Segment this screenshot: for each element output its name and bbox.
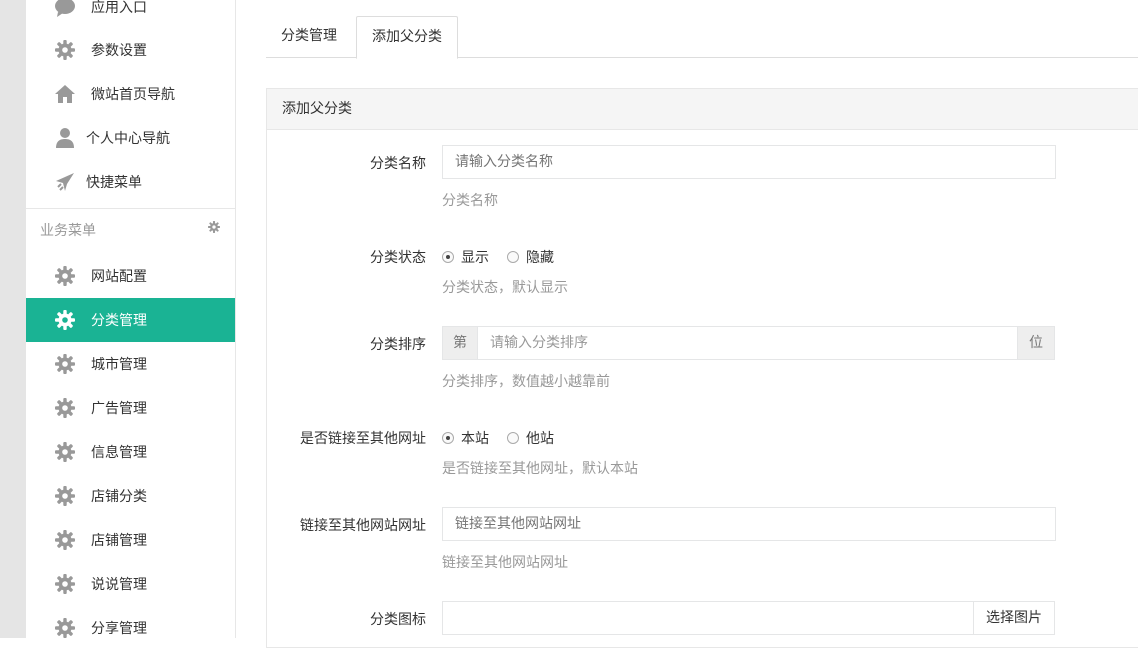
field-label-link: 是否链接至其他网址 <box>300 431 426 447</box>
radio-label: 隐藏 <box>526 250 554 266</box>
home-icon <box>54 83 76 105</box>
help-text-url: 链接至其他网站网址 <box>442 555 568 571</box>
sidebar-item-label: 个人中心导航 <box>86 131 170 147</box>
sidebar-item-label: 参数设置 <box>91 43 147 59</box>
sidebar-item-label: 店铺管理 <box>91 533 147 549</box>
status-radio-group: 显示 隐藏 <box>442 247 572 267</box>
radio-button[interactable] <box>442 251 454 263</box>
sidebar-group-label: 业务菜单 <box>40 223 96 239</box>
sidebar-item-biz-1[interactable]: 分类管理 <box>26 298 235 342</box>
category-name-input[interactable] <box>442 145 1056 179</box>
tab-category-manage[interactable]: 分类管理 <box>266 16 352 58</box>
sidebar-item-label: 广告管理 <box>91 401 147 417</box>
radio-button[interactable] <box>442 432 454 444</box>
user-icon <box>54 127 76 149</box>
icon-input-group: 选择图片 <box>442 601 1055 635</box>
radio-other-site[interactable]: 他站 <box>507 428 554 448</box>
help-text-order: 分类排序，数值越小越靠前 <box>442 374 610 390</box>
order-input-group: 第 请输入分类排序 位 <box>442 326 1055 360</box>
sidebar-item-app-entry[interactable]: 应用入口 <box>26 0 235 29</box>
sidebar-item-biz-4[interactable]: 信息管理 <box>26 430 235 474</box>
radio-hide[interactable]: 隐藏 <box>507 247 554 267</box>
category-order-input[interactable]: 请输入分类排序 <box>478 326 1017 360</box>
radio-label: 显示 <box>461 250 489 266</box>
sidebar-item-biz-7[interactable]: 说说管理 <box>26 562 235 606</box>
comment-icon <box>54 0 76 18</box>
gear-icon <box>54 353 76 375</box>
gear-icon <box>54 485 76 507</box>
sidebar-item-biz-5[interactable]: 店铺分类 <box>26 474 235 518</box>
gear-icon <box>54 397 76 419</box>
gear-icon <box>54 309 76 331</box>
sidebar-item-biz-0[interactable]: 网站配置 <box>26 254 235 298</box>
sidebar-item-label: 信息管理 <box>91 445 147 461</box>
sidebar-item-biz-8[interactable]: 分享管理 <box>26 606 235 650</box>
radio-button[interactable] <box>507 251 519 263</box>
sidebar: 应用入口 参数设置 微站首页导航 个人中心导航 快捷菜单 业务菜单 网站配置分类… <box>26 0 236 638</box>
sidebar-item-params[interactable]: 参数设置 <box>26 28 235 72</box>
category-icon-input[interactable] <box>442 601 973 635</box>
tab-bar: 分类管理 添加父分类 <box>266 16 1138 59</box>
gear-icon <box>54 39 76 61</box>
sidebar-item-home-nav[interactable]: 微站首页导航 <box>26 72 235 116</box>
external-url-input[interactable] <box>442 507 1056 541</box>
order-suffix: 位 <box>1017 326 1055 360</box>
help-text-status: 分类状态，默认显示 <box>442 280 568 296</box>
radio-show[interactable]: 显示 <box>442 247 489 267</box>
sidebar-item-biz-2[interactable]: 城市管理 <box>26 342 235 386</box>
sidebar-item-label: 城市管理 <box>91 357 147 373</box>
plane-icon <box>54 171 76 193</box>
panel-title: 添加父分类 <box>267 89 1138 130</box>
field-label-status: 分类状态 <box>370 250 426 266</box>
gear-icon <box>54 441 76 463</box>
left-gutter <box>0 0 26 638</box>
help-text-name: 分类名称 <box>442 193 498 209</box>
sidebar-item-biz-6[interactable]: 店铺管理 <box>26 518 235 562</box>
sidebar-item-label: 网站配置 <box>91 269 147 285</box>
tab-add-parent-category[interactable]: 添加父分类 <box>356 16 458 59</box>
gear-icon <box>54 573 76 595</box>
sidebar-item-shortcut[interactable]: 快捷菜单 <box>26 160 235 204</box>
field-label-url: 链接至其他网站网址 <box>300 518 426 534</box>
gear-icon[interactable] <box>208 221 222 235</box>
select-image-button[interactable]: 选择图片 <box>973 601 1055 635</box>
sidebar-item-label: 分享管理 <box>91 621 147 637</box>
sidebar-item-label: 微站首页导航 <box>91 87 175 103</box>
gear-icon <box>54 529 76 551</box>
gear-icon <box>54 265 76 287</box>
sidebar-item-label: 店铺分类 <box>91 489 147 505</box>
field-label-name: 分类名称 <box>370 156 426 172</box>
sidebar-item-label: 快捷菜单 <box>86 175 142 191</box>
radio-label: 他站 <box>526 431 554 447</box>
field-label-order: 分类排序 <box>370 337 426 353</box>
sidebar-item-label: 分类管理 <box>91 313 147 329</box>
sidebar-divider <box>26 208 235 209</box>
sidebar-item-label: 应用入口 <box>91 0 147 16</box>
order-prefix: 第 <box>442 326 478 360</box>
radio-label: 本站 <box>461 431 489 447</box>
sidebar-item-user-nav[interactable]: 个人中心导航 <box>26 116 235 160</box>
sidebar-item-biz-3[interactable]: 广告管理 <box>26 386 235 430</box>
radio-button[interactable] <box>507 432 519 444</box>
field-label-icon: 分类图标 <box>370 612 426 628</box>
help-text-link: 是否链接至其他网址，默认本站 <box>442 461 638 477</box>
sidebar-item-label: 说说管理 <box>91 577 147 593</box>
radio-this-site[interactable]: 本站 <box>442 428 489 448</box>
link-radio-group: 本站 他站 <box>442 428 572 448</box>
gear-icon <box>54 617 76 639</box>
